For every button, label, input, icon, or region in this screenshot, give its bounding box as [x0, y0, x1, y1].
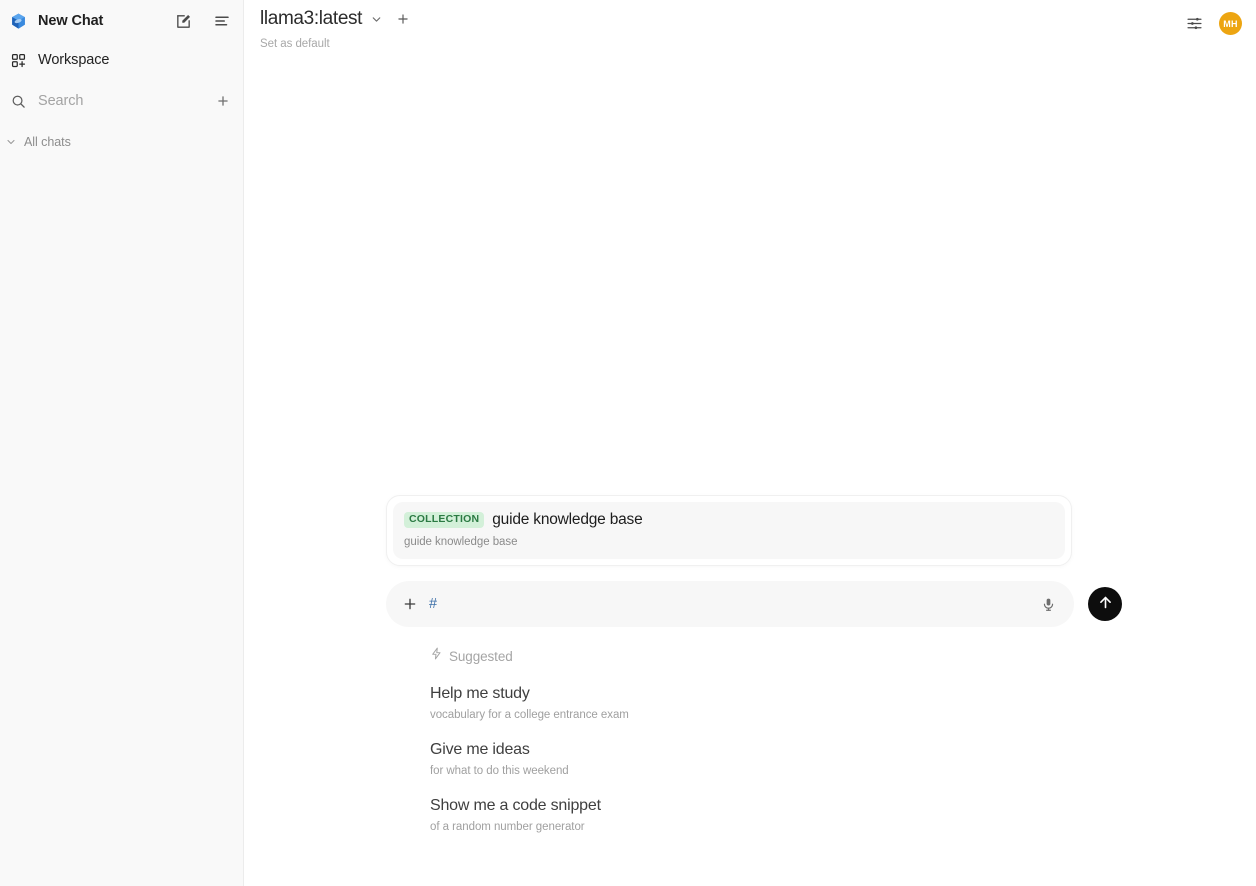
- collection-suggestion-item[interactable]: COLLECTION guide knowledge base guide kn…: [393, 502, 1065, 559]
- main-header: llama3:latest Set as default MH: [244, 0, 1256, 58]
- suggestion-title: Give me ideas: [430, 741, 530, 758]
- main-content: llama3:latest Set as default MH COLLECTI…: [244, 0, 1256, 886]
- collection-badge: COLLECTION: [404, 512, 485, 528]
- suggestion-item[interactable]: Show me a code snippet of a random numbe…: [430, 796, 1216, 833]
- suggestion-subtitle: of a random number generator: [430, 821, 585, 833]
- suggestions-section: Suggested Help me study vocabulary for a…: [386, 647, 1216, 833]
- lightning-bolt-icon: [430, 647, 443, 665]
- set-as-default-label[interactable]: Set as default: [260, 38, 410, 50]
- suggestion-subtitle: for what to do this weekend: [430, 765, 569, 777]
- suggestion-item[interactable]: Help me study vocabulary for a college e…: [430, 684, 1216, 721]
- new-chat-label: New Chat: [38, 13, 104, 29]
- search-row[interactable]: [0, 84, 243, 118]
- chevron-down-icon: [2, 133, 20, 151]
- sidebar-lines-icon[interactable]: [211, 10, 233, 32]
- arrow-up-icon: [1097, 594, 1114, 614]
- avatar[interactable]: MH: [1219, 12, 1242, 35]
- collection-suggestion-panel: COLLECTION guide knowledge base guide kn…: [386, 495, 1072, 566]
- send-button[interactable]: [1088, 587, 1122, 621]
- model-name[interactable]: llama3:latest: [260, 8, 362, 30]
- suggestion-title: Help me study: [430, 685, 530, 702]
- microphone-icon[interactable]: [1036, 592, 1060, 616]
- suggestion-item[interactable]: Give me ideas for what to do this weeken…: [430, 740, 1216, 777]
- sidebar-header-actions: [172, 10, 233, 32]
- gem-logo-icon: [6, 9, 30, 33]
- sliders-icon[interactable]: [1183, 13, 1205, 35]
- message-input-bar[interactable]: [386, 581, 1074, 627]
- compose-edit-icon[interactable]: [172, 10, 194, 32]
- chat-input[interactable]: [429, 596, 1036, 612]
- search-add-icon[interactable]: [213, 91, 233, 111]
- suggestion-title: Show me a code snippet: [430, 797, 601, 814]
- suggestion-subtitle: vocabulary for a college entrance exam: [430, 709, 629, 721]
- sidebar: New Chat Workspace Search All chats: [0, 0, 244, 886]
- all-chats-label: All chats: [24, 135, 71, 149]
- app-root: New Chat Workspace Search All chats llam…: [0, 0, 1256, 886]
- add-model-icon[interactable]: [396, 12, 410, 26]
- chevron-down-icon[interactable]: [370, 13, 383, 26]
- collection-item-header: COLLECTION guide knowledge base: [404, 511, 1054, 529]
- model-selector-block: llama3:latest Set as default: [260, 8, 410, 50]
- sidebar-item-workspace-label: Workspace: [38, 52, 110, 68]
- search-input[interactable]: [38, 93, 213, 109]
- workspace-grid-plus-icon: [6, 48, 30, 72]
- collection-subtitle: guide knowledge base: [404, 536, 518, 548]
- suggested-label: Suggested: [449, 648, 513, 664]
- model-selector-row: llama3:latest: [260, 8, 410, 30]
- attach-plus-icon[interactable]: [398, 592, 422, 616]
- suggested-header: Suggested: [430, 647, 1216, 665]
- all-chats-section-toggle[interactable]: All chats: [0, 129, 243, 155]
- header-actions: MH: [1183, 8, 1242, 35]
- sidebar-item-workspace[interactable]: Workspace: [0, 44, 243, 76]
- search-icon: [6, 89, 30, 113]
- composer-area: COLLECTION guide knowledge base guide kn…: [386, 495, 1216, 833]
- message-input-row: [386, 581, 1122, 627]
- sidebar-header: New Chat: [0, 0, 243, 42]
- collection-title: guide knowledge base: [492, 511, 643, 528]
